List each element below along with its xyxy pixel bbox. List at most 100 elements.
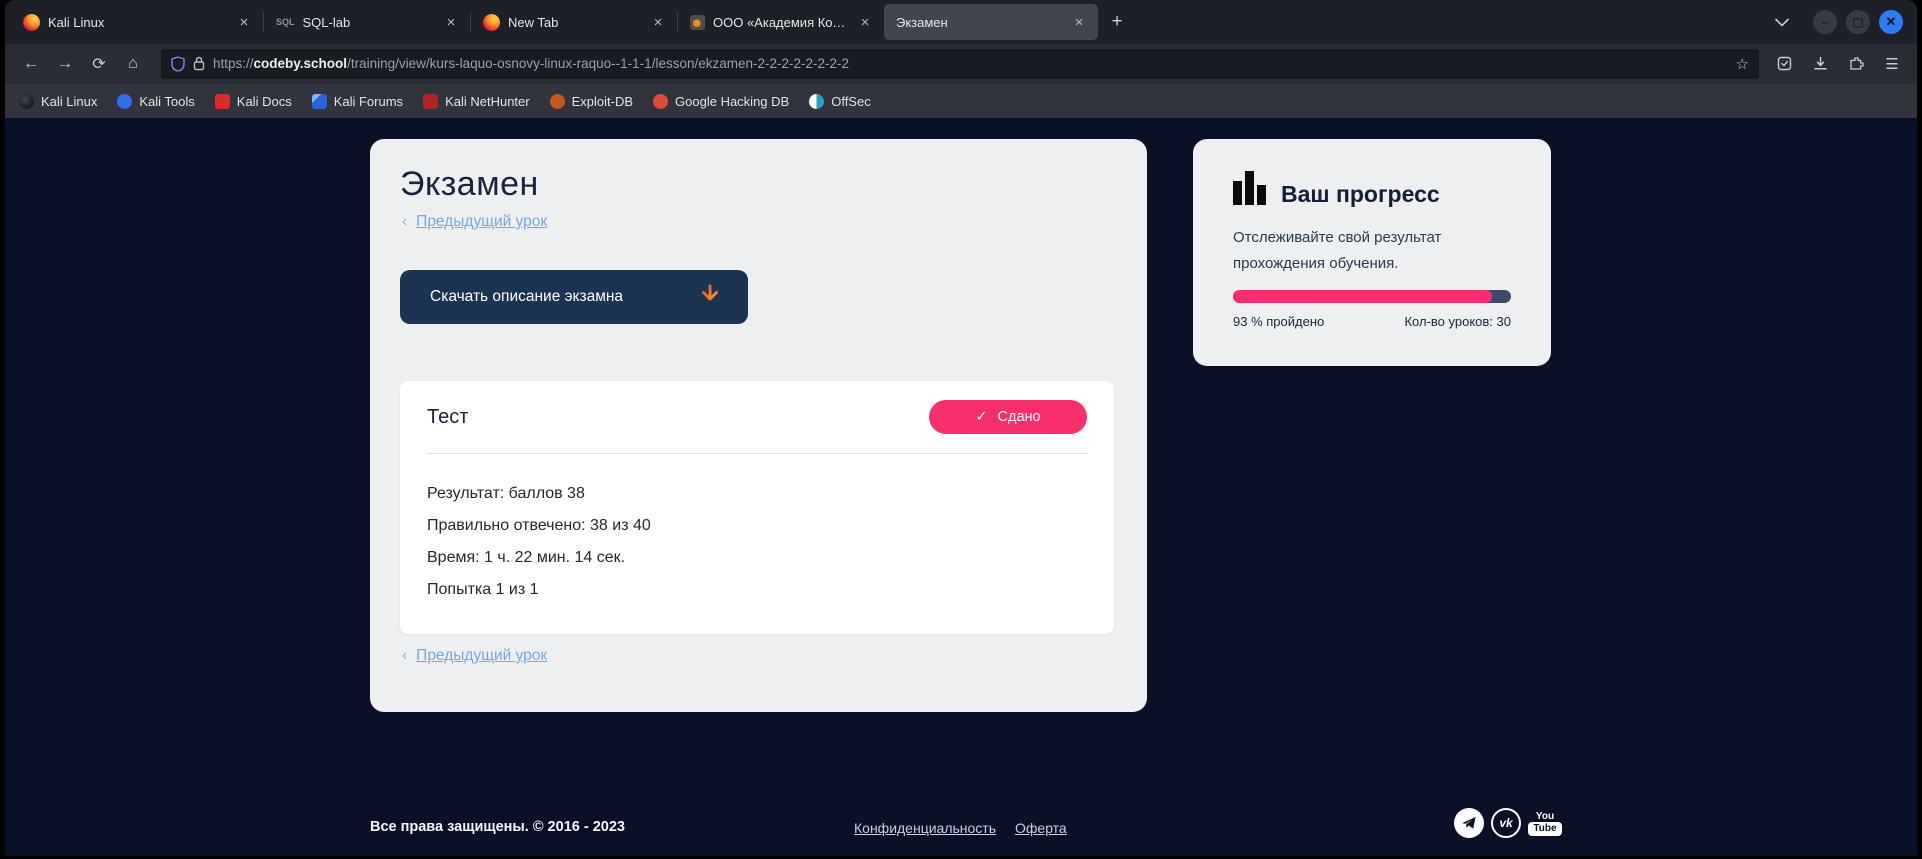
firefox-favicon-icon: [483, 14, 500, 31]
kali-forums-icon: [312, 94, 327, 109]
tab-close-icon[interactable]: ×: [1070, 14, 1088, 31]
progress-labels: 93 % пройдено Кол-во уроков: 30: [1233, 314, 1511, 329]
youtube-icon[interactable]: You Tube: [1528, 808, 1562, 838]
test-header: Тест ✓ Сдано: [427, 399, 1087, 435]
url-bar[interactable]: https://codeby.school/training/view/kurs…: [161, 49, 1759, 79]
download-icon: [698, 284, 722, 310]
progress-card: Ваш прогресс Отслеживайте свой результат…: [1193, 139, 1551, 366]
check-icon: ✓: [975, 409, 987, 425]
chevron-left-icon: ‹: [402, 647, 407, 665]
bookmark-label: Kali Docs: [237, 94, 292, 109]
bookmark-exploit-db[interactable]: Exploit-DB: [550, 94, 633, 109]
tab-kali-linux[interactable]: Kali Linux ×: [11, 4, 263, 40]
tab-new-tab[interactable]: New Tab ×: [471, 4, 677, 40]
copyright-text: Все права защищены. © 2016 - 2023: [370, 819, 625, 835]
bookmark-kali-forums[interactable]: Kali Forums: [312, 94, 403, 109]
privacy-link[interactable]: Конфиденциальность: [854, 820, 996, 836]
result-correct: Правильно отвечено: 38 из 40: [427, 517, 651, 535]
tab-title: ООО «Академия Кодеба: [713, 15, 848, 30]
download-exam-description-button[interactable]: Скачать описание экзамна: [400, 270, 748, 324]
toolbar-icons: ☰: [1769, 49, 1907, 79]
bookmark-google-hacking-db[interactable]: Google Hacking DB: [653, 94, 789, 109]
downloads-icon[interactable]: [1805, 49, 1835, 79]
exam-card: Экзамен ‹ Предыдущий урок Скачать описан…: [370, 139, 1147, 712]
passed-badge: ✓ Сдано: [929, 400, 1087, 434]
bookmark-label: Kali Linux: [41, 94, 97, 109]
result-time: Время: 1 ч. 22 мин. 14 сек.: [427, 549, 651, 567]
navigation-bar: ← → ⟳ ⌂ https://codeby.school/training/v…: [5, 44, 1917, 83]
window-controls: – ▢ ✕: [1813, 10, 1903, 34]
bookmark-offsec[interactable]: OffSec: [809, 94, 871, 109]
kali-nethunter-icon: [423, 94, 438, 109]
test-title: Тест: [427, 406, 929, 429]
progress-bar: [1233, 290, 1511, 303]
page-content: Экзамен ‹ Предыдущий урок Скачать описан…: [5, 118, 1917, 856]
vk-icon[interactable]: vk: [1491, 808, 1521, 838]
kali-docs-icon: [215, 94, 230, 109]
bookmark-kali-linux[interactable]: Kali Linux: [19, 94, 97, 109]
prev-lesson-link[interactable]: Предыдущий урок: [416, 213, 547, 231]
back-icon[interactable]: ←: [15, 49, 47, 79]
prev-lesson-link[interactable]: Предыдущий урок: [416, 647, 547, 665]
new-tab-button[interactable]: +: [1102, 7, 1132, 37]
bookmark-kali-tools[interactable]: Kali Tools: [117, 94, 194, 109]
download-button-label: Скачать описание экзамна: [430, 288, 698, 306]
minimize-button[interactable]: –: [1813, 10, 1837, 34]
bookmark-star-icon[interactable]: ☆: [1736, 55, 1749, 73]
page-title: Экзамен: [400, 165, 539, 204]
sql-favicon-icon: SQL: [276, 17, 295, 27]
bookmark-label: Kali NetHunter: [445, 94, 530, 109]
telegram-icon[interactable]: [1454, 808, 1484, 838]
home-icon[interactable]: ⌂: [117, 49, 149, 79]
menu-icon[interactable]: ☰: [1877, 49, 1907, 79]
progress-percent-label: 93 % пройдено: [1233, 314, 1324, 329]
result-attempt: Попытка 1 из 1: [427, 581, 651, 599]
bookmark-label: Google Hacking DB: [675, 94, 789, 109]
bookmarks-bar: Kali Linux Kali Tools Kali Docs Kali For…: [5, 83, 1917, 118]
extensions-icon[interactable]: [1841, 49, 1871, 79]
bookmark-label: Kali Forums: [334, 94, 403, 109]
tracking-shield-icon[interactable]: [171, 56, 185, 72]
forward-icon[interactable]: →: [49, 49, 81, 79]
tab-close-icon[interactable]: ×: [235, 14, 253, 31]
bookmark-kali-nethunter[interactable]: Kali NetHunter: [423, 94, 530, 109]
divider: [427, 453, 1087, 454]
test-result-card: Тест ✓ Сдано Результат: баллов 38 Правил…: [400, 381, 1114, 634]
reload-icon[interactable]: ⟳: [83, 49, 115, 79]
tab-close-icon[interactable]: ×: [442, 14, 460, 31]
tab-title: Kali Linux: [48, 15, 227, 30]
lock-icon[interactable]: [193, 56, 205, 71]
tab-title: Экзамен: [896, 15, 1062, 30]
exploit-db-icon: [550, 94, 565, 109]
bookmark-label: Exploit-DB: [572, 94, 633, 109]
prev-lesson-link-top[interactable]: ‹ Предыдущий урок: [402, 213, 547, 231]
lessons-count-label: Кол-во уроков: 30: [1404, 314, 1511, 329]
progress-description: Отслеживайте свой результат прохождения …: [1233, 225, 1493, 277]
site-favicon-icon: [690, 15, 705, 30]
save-page-icon[interactable]: [1769, 49, 1799, 79]
bookmark-label: OffSec: [831, 94, 871, 109]
tab-title: SQL-lab: [303, 15, 434, 30]
list-all-tabs-chevron-icon[interactable]: [1775, 18, 1789, 27]
url-path: /training/view/kurs-laquo-osnovy-linux-r…: [347, 56, 849, 71]
result-score: Результат: баллов 38: [427, 485, 651, 503]
tab-ekzamen-active[interactable]: Экзамен ×: [884, 4, 1098, 40]
firefox-favicon-icon: [23, 14, 40, 31]
tab-close-icon[interactable]: ×: [649, 14, 667, 31]
tab-sql-lab[interactable]: SQL SQL-lab ×: [264, 4, 470, 40]
tab-close-icon[interactable]: ×: [856, 14, 874, 31]
tab-title: New Tab: [508, 15, 641, 30]
prev-lesson-link-bottom[interactable]: ‹ Предыдущий урок: [402, 647, 547, 665]
tab-academy[interactable]: ООО «Академия Кодеба ×: [678, 4, 884, 40]
url-text[interactable]: https://codeby.school/training/view/kurs…: [213, 56, 1728, 71]
url-domain: codeby.school: [254, 56, 348, 71]
bookmark-label: Kali Tools: [139, 94, 194, 109]
browser-window: Kali Linux × SQL SQL-lab × New Tab × ООО…: [5, 0, 1917, 856]
progress-title: Ваш прогресс: [1281, 181, 1440, 208]
bookmark-kali-docs[interactable]: Kali Docs: [215, 94, 292, 109]
google-hacking-db-icon: [653, 94, 668, 109]
offer-link[interactable]: Оферта: [1015, 820, 1067, 836]
maximize-button[interactable]: ▢: [1846, 10, 1870, 34]
close-window-button[interactable]: ✕: [1879, 10, 1903, 34]
kali-linux-icon: [19, 94, 34, 109]
